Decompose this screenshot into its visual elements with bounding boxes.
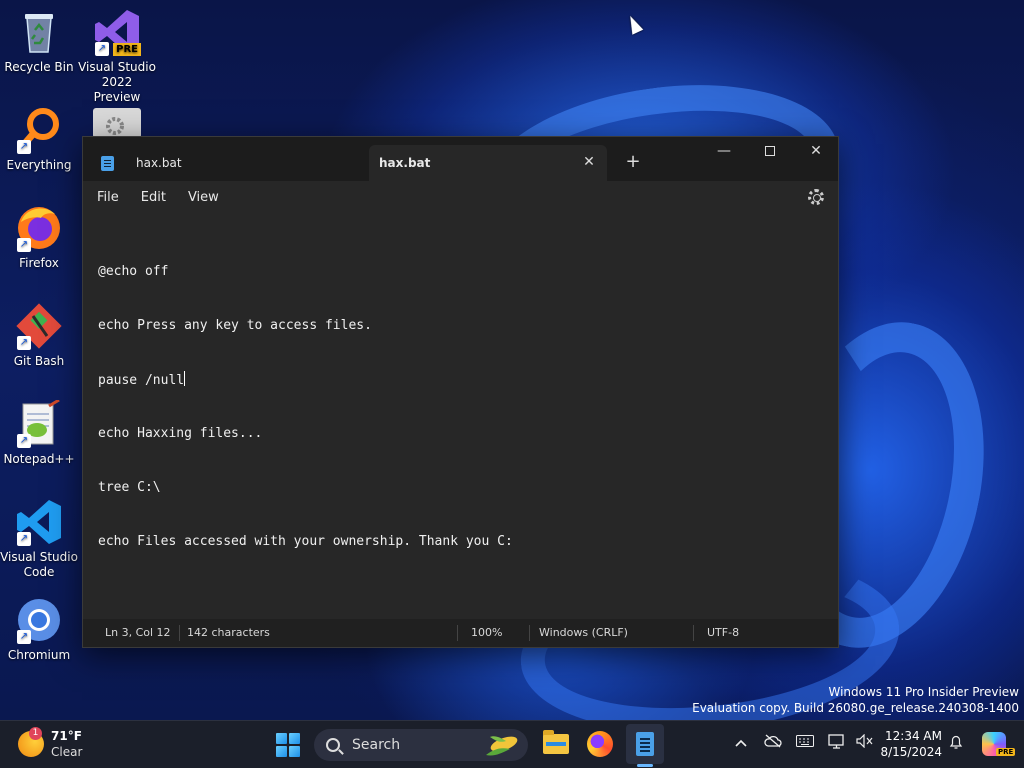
maximize-button[interactable] [747, 137, 793, 167]
text-editor[interactable]: @echo off echo Press any key to access f… [83, 213, 838, 621]
firefox-icon [587, 731, 613, 757]
windows-watermark: Windows 11 Pro Insider Preview Evaluatio… [692, 684, 1019, 716]
desktop-icon-label: Visual Studio 2022 Preview [78, 60, 156, 104]
close-window-button[interactable]: ✕ [793, 137, 839, 167]
code-line: tree C:\ [98, 480, 161, 495]
status-divider [529, 625, 530, 641]
menu-file[interactable]: File [89, 190, 127, 205]
git-bash-icon: ↗ [15, 302, 63, 350]
desktop-icon-label: Git Bash [13, 354, 65, 368]
settings-gear-icon [93, 108, 141, 136]
file-explorer-icon [543, 730, 569, 754]
desktop-icon-notepad-plus-plus[interactable]: ↗ Notepad++ [0, 398, 78, 467]
taskbar-notepad[interactable] [627, 726, 663, 762]
recycle-bin-icon [15, 8, 63, 56]
maximize-icon [765, 146, 775, 156]
shortcut-arrow-icon: ↗ [17, 336, 31, 350]
desktop-icon-everything[interactable]: ↗ Everything [0, 106, 78, 173]
cursor-position: Ln 3, Col 12 [105, 626, 171, 639]
tab-hax-bat-1[interactable]: hax.bat [91, 145, 371, 181]
notepad-plus-plus-icon: ↗ [15, 398, 63, 448]
notepad-window[interactable]: hax.bat hax.bat ✕ + — ✕ File Edit View @… [82, 136, 839, 648]
zoom-level[interactable]: 100% [463, 619, 502, 647]
corn-highlight-icon [486, 736, 518, 756]
close-tab-icon[interactable]: ✕ [581, 154, 597, 170]
desktop-icon-label: Visual Studio Code [0, 550, 78, 579]
firefox-icon: ↗ [15, 204, 63, 252]
code-line-text: pause /null [98, 373, 185, 388]
desktop-icon-label: Recycle Bin [4, 60, 74, 74]
tab-hax-bat-2[interactable]: hax.bat ✕ [369, 145, 607, 181]
shortcut-arrow-icon: ↗ [17, 532, 31, 546]
status-divider [693, 625, 694, 641]
menu-edit[interactable]: Edit [133, 190, 174, 205]
menu-view[interactable]: View [180, 190, 227, 205]
line-ending[interactable]: Windows (CRLF) [531, 619, 628, 647]
code-line: pause /null [98, 371, 838, 389]
shortcut-arrow-icon: ↗ [17, 140, 31, 154]
desktop-icon-vscode[interactable]: ↗ Visual Studio Code [0, 498, 78, 580]
desktop-icon-label: Everything [6, 158, 72, 172]
taskbar: 1 71°F Clear Search [0, 720, 1024, 768]
code-line: echo Press any key to access files. [98, 318, 372, 333]
desktop-icon-visual-studio[interactable]: PRE ↗ Visual Studio 2022 Preview [78, 8, 156, 105]
weather-condition: Clear [51, 745, 83, 759]
vscode-icon: ↗ [15, 498, 63, 546]
taskbar-file-explorer[interactable] [538, 726, 574, 762]
desktop-icon-chromium[interactable]: ↗ Chromium [0, 596, 78, 663]
watermark-edition: Windows 11 Pro Insider Preview [828, 685, 1019, 699]
settings-gear-icon[interactable] [808, 189, 824, 205]
notepad-icon [636, 732, 654, 756]
start-button[interactable] [270, 727, 306, 763]
tab-title: hax.bat [136, 156, 182, 170]
character-count: 142 characters [187, 626, 270, 639]
notepad-file-icon [101, 155, 114, 171]
everything-search-icon: ↗ [15, 106, 63, 154]
windows-logo-icon [276, 733, 300, 757]
notification-badge: 1 [29, 727, 42, 740]
text-caret [184, 371, 186, 386]
watermark-build: Evaluation copy. Build 26080.ge_release.… [692, 701, 1019, 715]
preview-badge: PRE [113, 43, 141, 56]
title-bar[interactable]: hax.bat hax.bat ✕ + — ✕ [83, 137, 838, 181]
taskbar-firefox[interactable] [582, 726, 618, 762]
desktop-icon-label: Chromium [7, 648, 71, 662]
running-app-indicator [637, 764, 653, 767]
taskbar-search[interactable]: Search [314, 729, 528, 761]
code-line: @echo off [98, 264, 169, 279]
desktop-icon-git-bash[interactable]: ↗ Git Bash [0, 302, 78, 369]
status-divider [457, 625, 458, 641]
encoding[interactable]: UTF-8 [699, 619, 739, 647]
new-tab-button[interactable]: + [623, 153, 643, 173]
minimize-button[interactable]: — [701, 137, 747, 167]
visual-studio-icon: PRE ↗ [93, 8, 141, 56]
tab-title: hax.bat [379, 156, 431, 170]
desktop-icon-settings-partial[interactable] [78, 108, 156, 136]
code-line: echo Files accessed with your ownership.… [98, 534, 513, 549]
shortcut-arrow-icon: ↗ [17, 434, 31, 448]
desktop-icon-label: Firefox [19, 256, 59, 270]
search-label: Search [352, 737, 401, 753]
chromium-icon: ↗ [15, 596, 63, 644]
shortcut-arrow-icon: ↗ [17, 238, 31, 252]
desktop-icon-recycle-bin[interactable]: Recycle Bin [0, 8, 78, 75]
weather-temperature: 71°F [51, 729, 82, 743]
shortcut-arrow-icon: ↗ [17, 630, 31, 644]
shortcut-arrow-icon: ↗ [95, 42, 109, 56]
code-line: echo Haxxing files... [98, 426, 263, 441]
desktop-icon-firefox[interactable]: ↗ Firefox [0, 204, 78, 271]
menu-bar: File Edit View [83, 181, 838, 213]
status-bar: Ln 3, Col 12 142 characters 100% Windows… [83, 619, 838, 647]
search-icon [326, 738, 340, 752]
desktop-icon-label: Notepad++ [3, 452, 75, 466]
